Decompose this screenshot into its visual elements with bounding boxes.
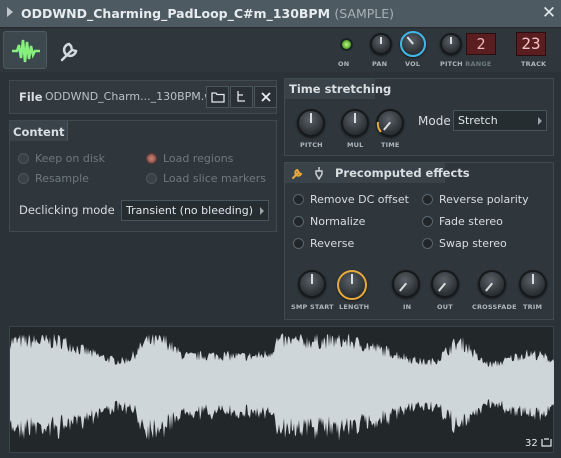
folder-icon: [210, 92, 225, 103]
pitch-label: PITCH RANGE: [440, 60, 492, 68]
wrench-icon[interactable]: [290, 166, 306, 180]
collapse-arrow-icon[interactable]: [7, 7, 13, 17]
load-regions-option[interactable]: Load regions: [146, 152, 233, 165]
track-label: TRACK: [521, 60, 547, 68]
content-title: Content: [13, 125, 65, 139]
fade-in-knob[interactable]: [392, 270, 420, 298]
range-label: RANGE: [465, 60, 492, 68]
toggle-dot: [422, 194, 433, 205]
volume-label: VOL: [405, 60, 421, 68]
fade-stereo-option[interactable]: Fade stereo: [422, 215, 503, 228]
radio-dot: [18, 153, 29, 164]
close-icon: [260, 92, 271, 102]
trim-knob[interactable]: [519, 270, 547, 298]
dropper-icon[interactable]: [313, 166, 325, 180]
reverse-option[interactable]: Reverse: [293, 237, 354, 250]
length-knob[interactable]: [337, 270, 367, 300]
fade-out-label: OUT: [437, 303, 453, 311]
remove-dc-offset-option[interactable]: Remove DC offset: [293, 193, 409, 206]
waveform-display[interactable]: 32: [9, 326, 554, 453]
browse-folder-button[interactable]: [206, 86, 229, 108]
show-in-browser-button[interactable]: [230, 86, 253, 108]
track-display[interactable]: 23: [516, 32, 546, 56]
trim-label: TRIM: [523, 303, 543, 311]
time-stretching-title: Time stretching: [289, 82, 392, 96]
sample-start-label: SMP START: [291, 303, 334, 311]
wrench-icon: [60, 42, 78, 62]
window-title: ODDWND_Charming_PadLoop_C#m_130BPM (SAMP…: [21, 6, 395, 21]
tab-tools[interactable]: [52, 31, 86, 69]
resize-icon[interactable]: [541, 438, 552, 447]
crossfade-label: CROSSFADE: [472, 303, 517, 311]
toggle-dot: [293, 194, 304, 205]
on-label: ON: [338, 60, 350, 68]
window-title-suffix: (SAMPLE): [334, 6, 395, 21]
sample-start-knob[interactable]: [298, 270, 326, 298]
pan-label: PAN: [372, 60, 388, 68]
mode-select[interactable]: Stretch: [453, 110, 547, 131]
file-label: File: [19, 90, 43, 104]
crossfade-knob[interactable]: [478, 270, 506, 298]
volume-knob[interactable]: [400, 31, 426, 57]
reverse-polarity-option[interactable]: Reverse polarity: [422, 193, 529, 206]
precomputed-effects-panel: Precomputed effects Remove DC offset Rev…: [284, 162, 554, 320]
dropdown-arrow-icon: [260, 207, 264, 215]
keep-on-disk-option[interactable]: Keep on disk: [18, 152, 105, 165]
length-label: LENGTH: [339, 303, 370, 311]
radio-dot: [18, 173, 29, 184]
file-panel: File ODDWND_Charm..._130BPM.wav: [9, 80, 277, 114]
radio-dot-selected: [146, 153, 157, 164]
mode-label: Mode: [418, 114, 451, 128]
normalize-option[interactable]: Normalize: [293, 215, 365, 228]
toggle-dot: [293, 238, 304, 249]
tab-sample-settings[interactable]: [3, 31, 47, 69]
zoom-level: 32: [525, 438, 552, 449]
on-led[interactable]: [340, 38, 353, 51]
load-slice-markers-option[interactable]: Load slice markers: [146, 172, 266, 185]
time-knob-arc: [376, 121, 382, 133]
content-panel: Content Keep on disk Load regions Resamp…: [9, 120, 277, 232]
waveform-icon: [12, 39, 40, 63]
toggle-dot: [422, 238, 433, 249]
close-button[interactable]: ✕: [540, 3, 558, 23]
stretch-pitch-label: PITCH: [300, 141, 323, 149]
time-stretching-panel: Time stretching PITCH MUL TIME Mode Stre…: [284, 78, 554, 156]
toggle-dot: [293, 216, 304, 227]
pitch-knob[interactable]: [440, 33, 462, 55]
stretch-pitch-knob[interactable]: [297, 109, 325, 137]
swap-stereo-option[interactable]: Swap stereo: [422, 237, 507, 250]
resample-option[interactable]: Resample: [18, 172, 89, 185]
declicking-mode-label: Declicking mode: [19, 203, 115, 217]
time-label: TIME: [381, 141, 400, 149]
pitch-range-display[interactable]: 2: [466, 33, 496, 55]
fade-in-label: IN: [403, 303, 412, 311]
dropdown-arrow-icon: [538, 117, 542, 125]
pan-knob[interactable]: [370, 33, 392, 55]
waveform-graph: [10, 333, 554, 441]
file-name: ODDWND_Charm..._130BPM.wav: [45, 90, 227, 103]
precomputed-effects-title: Precomputed effects: [335, 166, 470, 180]
multiplier-label: MUL: [347, 141, 364, 149]
radio-dot: [146, 173, 157, 184]
fade-out-knob[interactable]: [431, 270, 459, 298]
clear-file-button[interactable]: [254, 86, 277, 108]
multiplier-knob[interactable]: [341, 109, 369, 137]
toggle-dot: [422, 216, 433, 227]
tree-icon: [236, 91, 245, 102]
declicking-mode-select[interactable]: Transient (no bleeding): [121, 200, 269, 221]
